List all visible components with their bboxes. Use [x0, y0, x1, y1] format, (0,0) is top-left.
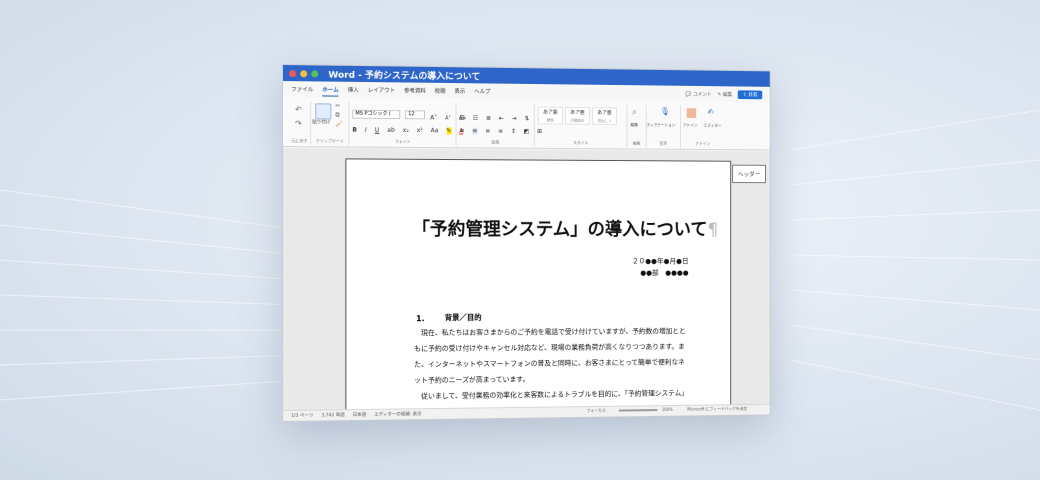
document-title: 「予約管理システム」の導入について¶ — [412, 215, 718, 241]
voice-group: 🎙 ディクテーション 音声 — [647, 105, 681, 148]
status-editor[interactable]: エディターの候補: 表示 — [374, 411, 421, 418]
addin-icon[interactable] — [687, 108, 696, 118]
underline-icon[interactable]: U — [375, 127, 379, 134]
body-line-1: 現在、私たちはお客さまからのご予約を電話で受け付けていますが、予約数の増加とと — [414, 326, 686, 338]
tab-references[interactable]: 参考資料 — [404, 84, 426, 96]
tab-insert[interactable]: 挿入 — [348, 84, 359, 96]
document-page[interactable]: 「予約管理システム」の導入について¶ ２０●●年●月●日 ●●部 ●●●● 1.… — [345, 158, 731, 422]
align-center-icon[interactable]: ≡ — [472, 128, 477, 135]
status-page[interactable]: 1/3 ページ — [291, 413, 313, 419]
section-number: 1. — [416, 314, 425, 323]
undo-group-label: 元に戻す — [289, 138, 310, 144]
addin-label: アドイン — [683, 123, 697, 129]
style-no-spacing-name: 行間詰め — [566, 117, 589, 125]
edit-mode-label: 編集 — [723, 92, 732, 98]
style-normal-name: 標準 — [539, 116, 562, 124]
strikethrough-icon[interactable]: ab — [387, 127, 394, 134]
style-heading-1[interactable]: あア亜 見出し 1 — [592, 107, 617, 125]
font-group: MS Pゴシック ( 12 A˄ A˅ A✕ B I U ab x₂ x² Aa… — [349, 102, 456, 147]
clipboard-group-label: クリップボード — [311, 138, 348, 144]
shading-icon[interactable]: ◩ — [524, 128, 530, 135]
share-label: 共有 — [748, 92, 757, 98]
style-normal-preview: あア亜 — [543, 110, 558, 116]
line-spacing-icon[interactable]: ↕ — [511, 128, 516, 135]
share-button[interactable]: ⇪ 共有 — [738, 90, 762, 99]
styles-group: あア亜 標準 あア亜 行間詰め あア亜 見出し 1 スタイル — [535, 104, 628, 148]
tab-help[interactable]: ヘルプ — [474, 85, 490, 97]
tab-layout[interactable]: レイアウト — [368, 84, 395, 96]
feedback-link[interactable]: Microsoft にフィードバックを送信 — [687, 406, 747, 412]
justify-icon[interactable]: ≡ — [498, 128, 503, 135]
paste-label: 貼り付け — [312, 119, 330, 125]
body-line-2: もに予約の受け付けやキャンセル対応など、現場の業務負荷が高くなりつつあります。ま — [414, 342, 685, 354]
tab-view[interactable]: 表示 — [454, 85, 465, 97]
header-tag[interactable]: ヘッダー — [732, 165, 766, 184]
status-language[interactable]: 日本語 — [353, 412, 366, 418]
font-group-label: フォント — [349, 139, 455, 146]
styles-group-label: スタイル — [535, 140, 627, 147]
body-line-3: た、インターネットやスマートフォンの普及と同時に、お客さまにとって簡単で便利なネ — [414, 357, 685, 369]
status-words[interactable]: 3,742 単語 — [321, 412, 344, 418]
style-heading-1-name: 見出し 1 — [593, 117, 616, 125]
addin-group-label: アドイン — [681, 141, 725, 147]
clipboard-group: 貼り付け ✂ ⧉ 🖌 クリップボード — [311, 101, 349, 145]
italic-icon[interactable]: I — [365, 127, 367, 134]
zoom-level[interactable]: 100% — [662, 407, 673, 412]
editor-icon[interactable]: ✍ — [708, 107, 714, 116]
align-right-icon[interactable]: ≡ — [485, 128, 490, 135]
window-title: Word - 予約システムの導入について — [328, 67, 480, 82]
paste-icon[interactable] — [315, 103, 331, 119]
maximize-window-button[interactable] — [311, 70, 318, 77]
tab-home[interactable]: ホーム — [322, 83, 338, 96]
style-no-spacing-preview: あア亜 — [570, 110, 585, 116]
format-painter-icon[interactable]: 🖌 — [335, 120, 343, 127]
editing-group-label: 編集 — [628, 141, 646, 147]
style-normal[interactable]: あア亜 標準 — [538, 107, 563, 125]
body-line-5: 従いまして、受付業務の効率化と来客数によるトラブルを目的に、「予約管理システム」 — [414, 388, 688, 401]
comment-button[interactable]: 💬 コメント — [685, 90, 711, 97]
document-date: ２０●●年●月●日 — [632, 256, 689, 266]
section-title: 背景／目的 — [445, 312, 482, 323]
microphone-icon[interactable]: 🎙 — [660, 107, 670, 116]
editing-group: ⌕ 編集 編集 — [628, 105, 647, 148]
zoom-slider[interactable] — [618, 409, 656, 411]
tab-review[interactable]: 校閲 — [435, 85, 446, 97]
focus-button[interactable]: フォーカス — [586, 408, 605, 413]
document-title-text: 「予約管理システム」の導入について — [412, 219, 707, 240]
addin-group: ✍ アドイン エディター アドイン — [681, 105, 725, 148]
comment-label: コメント — [693, 91, 712, 97]
document-canvas[interactable]: 「予約管理システム」の導入について¶ ２０●●年●月●日 ●●部 ●●●● 1.… — [283, 148, 770, 411]
dictate-label: ディクテーション — [647, 122, 676, 128]
paragraph-group-label: 段落 — [457, 139, 534, 145]
style-heading-1-preview: あア亜 — [597, 110, 611, 116]
voice-group-label: 音声 — [647, 141, 680, 147]
document-department: ●●部 ●●●● — [640, 268, 688, 278]
body-line-4: ット予約のニーズが高まっています。 — [414, 374, 529, 385]
change-case-icon[interactable]: Aa — [431, 127, 439, 134]
redo-icon[interactable]: ↷ — [295, 119, 302, 128]
copy-icon[interactable]: ⧉ — [335, 112, 339, 120]
align-left-icon[interactable]: ≡ — [459, 128, 464, 135]
bold-icon[interactable]: B — [352, 127, 357, 134]
highlight-icon[interactable]: ✎ — [446, 127, 451, 134]
search-icon[interactable]: ⌕ — [632, 108, 636, 118]
pilcrow-mark: ¶ — [707, 220, 718, 240]
minimize-window-button[interactable] — [300, 70, 307, 77]
style-no-spacing[interactable]: あア亜 行間詰め — [565, 107, 590, 125]
edit-mode-button[interactable]: ✎ 編集 — [717, 91, 732, 98]
subscript-icon[interactable]: x₂ — [403, 127, 409, 134]
cut-icon[interactable]: ✂ — [335, 103, 340, 110]
superscript-icon[interactable]: x² — [417, 127, 423, 134]
close-window-button[interactable] — [289, 70, 296, 77]
word-window: Word - 予約システムの導入について ファイル ホーム 挿入 レイアウト 参… — [282, 64, 771, 422]
ribbon: ↶ ↷ 元に戻す 貼り付け ✂ ⧉ 🖌 クリップボード MS Pゴシック ( 1… — [283, 97, 770, 150]
tab-file[interactable]: ファイル — [291, 83, 313, 95]
undo-icon[interactable]: ↶ — [295, 105, 302, 114]
paragraph-group: ☰ ☷ ≣ ⇤ ⇥ ⇅ ¶ ≡ ≡ ≡ ≡ ↕ ◩ ⊞ 段落 — [457, 103, 535, 147]
edit-label: 編集 — [630, 122, 638, 128]
editor-label: エディター — [704, 123, 722, 129]
undo-group: ↶ ↷ 元に戻す — [289, 101, 311, 145]
